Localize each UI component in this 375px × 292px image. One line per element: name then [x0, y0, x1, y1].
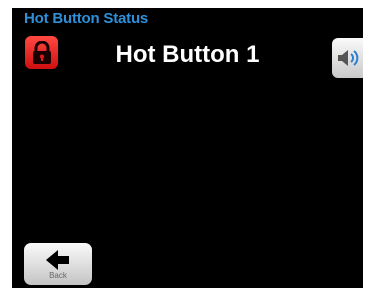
speaker-icon — [338, 50, 359, 66]
page-title: Hot Button 1 — [115, 41, 260, 68]
hot-button-status-screen: Hot Button Status Hot Button 1 Back — [12, 8, 363, 288]
speaker-button[interactable] — [332, 38, 363, 78]
back-label: Back — [49, 271, 67, 280]
back-button[interactable]: Back — [24, 243, 92, 285]
arrow-left-icon — [46, 250, 69, 270]
header-title: Hot Button Status — [24, 10, 149, 27]
